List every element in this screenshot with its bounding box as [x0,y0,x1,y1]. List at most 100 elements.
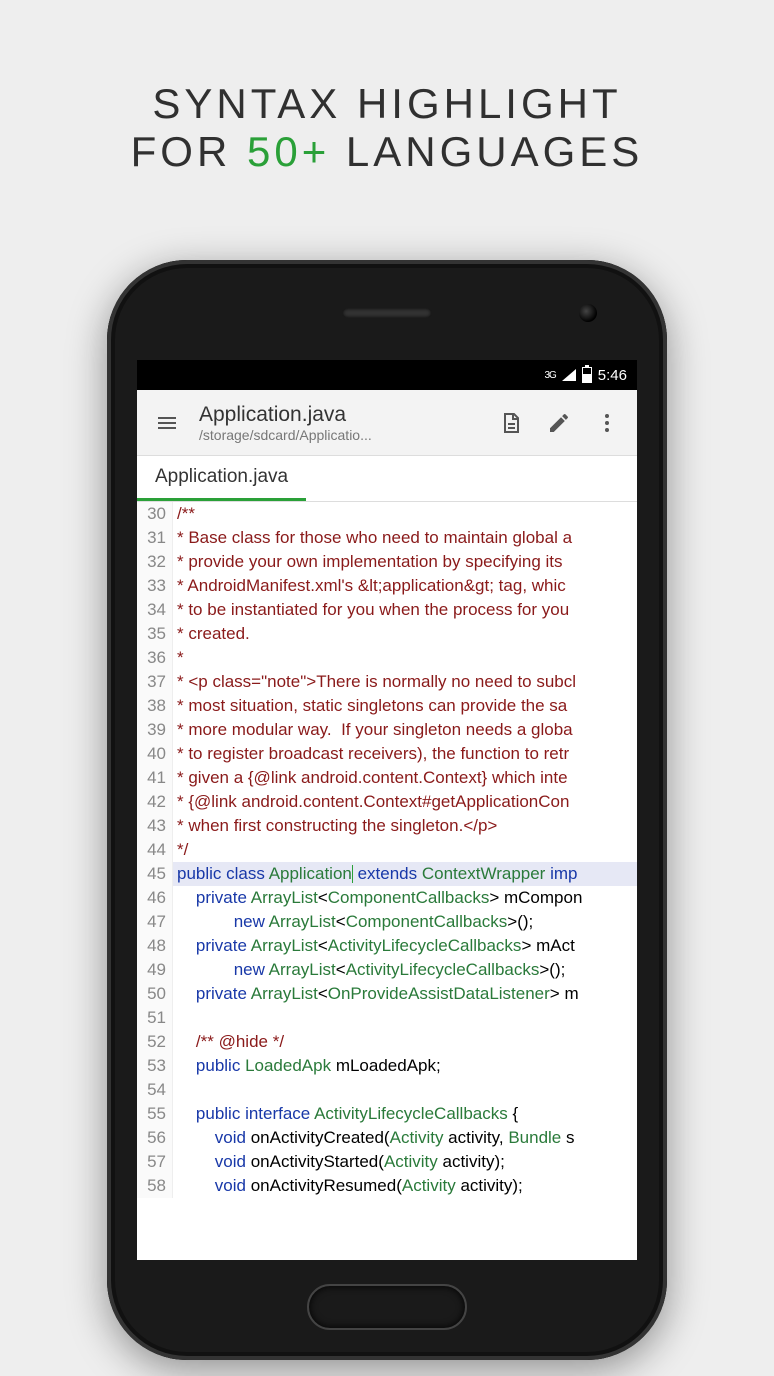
code-line[interactable]: 52 /** @hide */ [137,1030,637,1054]
code-content[interactable]: new ArrayList<ActivityLifecycleCallbacks… [173,958,637,982]
code-content[interactable]: * when first constructing the singleton.… [173,814,637,838]
code-line[interactable]: 54 [137,1078,637,1102]
code-line[interactable]: 49 new ArrayList<ActivityLifecycleCallba… [137,958,637,982]
gutter-line-number: 34 [137,598,173,622]
file-title: Application.java [199,403,485,427]
gutter-line-number: 32 [137,550,173,574]
code-line[interactable]: 44 */ [137,838,637,862]
overflow-button[interactable] [585,401,629,445]
tab-active[interactable]: Application.java [137,456,306,501]
code-content[interactable]: /** @hide */ [173,1030,637,1054]
gutter-line-number: 43 [137,814,173,838]
status-bar: 3G 5:46 [137,360,637,390]
code-line[interactable]: 34 * to be instantiated for you when the… [137,598,637,622]
gutter-line-number: 57 [137,1150,173,1174]
gutter-line-number: 44 [137,838,173,862]
code-line[interactable]: 55 public interface ActivityLifecycleCal… [137,1102,637,1126]
code-content[interactable]: private ArrayList<ActivityLifecycleCallb… [173,934,637,958]
hero-line2c: LANGUAGES [330,128,643,175]
code-line[interactable]: 36 * [137,646,637,670]
code-content[interactable]: * AndroidManifest.xml's &lt;application&… [173,574,637,598]
menu-button[interactable] [145,401,189,445]
code-content[interactable]: private ArrayList<OnProvideAssistDataLis… [173,982,637,1006]
code-line[interactable]: 51 [137,1006,637,1030]
code-content[interactable]: * Base class for those who need to maint… [173,526,637,550]
code-editor[interactable]: 30/**31 * Base class for those who need … [137,502,637,1198]
gutter-line-number: 39 [137,718,173,742]
phone-camera [579,304,597,322]
gutter-line-number: 58 [137,1174,173,1198]
code-line[interactable]: 31 * Base class for those who need to ma… [137,526,637,550]
gutter-line-number: 35 [137,622,173,646]
gutter-line-number: 37 [137,670,173,694]
code-line[interactable]: 40 * to register broadcast receivers), t… [137,742,637,766]
code-line[interactable]: 56 void onActivityCreated(Activity activ… [137,1126,637,1150]
home-button[interactable] [307,1284,467,1330]
code-line[interactable]: 38 * most situation, static singletons c… [137,694,637,718]
code-content[interactable]: * created. [173,622,637,646]
code-content[interactable]: public LoadedApk mLoadedApk; [173,1054,637,1078]
code-content[interactable]: * provide your own implementation by spe… [173,550,637,574]
code-content[interactable]: * to be instantiated for you when the pr… [173,598,637,622]
code-line[interactable]: 47 new ArrayList<ComponentCallbacks>(); [137,910,637,934]
hero-line2-accent: 50+ [247,128,330,175]
code-content[interactable]: void onActivityResumed(Activity activity… [173,1174,637,1198]
phone-frame: 3G 5:46 Application.java /storage/sdcard… [107,260,667,1360]
file-path: /storage/sdcard/Applicatio... [199,427,485,443]
code-content[interactable]: * more modular way. If your singleton ne… [173,718,637,742]
gutter-line-number: 33 [137,574,173,598]
code-content[interactable]: void onActivityStarted(Activity activity… [173,1150,637,1174]
tab-bar: Application.java [137,456,637,502]
code-content[interactable]: /** [173,502,637,526]
code-line[interactable]: 57 void onActivityStarted(Activity activ… [137,1150,637,1174]
code-line[interactable]: 42 * {@link android.content.Context#getA… [137,790,637,814]
gutter-line-number: 31 [137,526,173,550]
code-line[interactable]: 48 private ArrayList<ActivityLifecycleCa… [137,934,637,958]
code-content[interactable]: new ArrayList<ComponentCallbacks>(); [173,910,637,934]
code-content[interactable]: * <p class="note">There is normally no n… [173,670,637,694]
code-line[interactable]: 50 private ArrayList<OnProvideAssistData… [137,982,637,1006]
code-line[interactable]: 37 * <p class="note">There is normally n… [137,670,637,694]
signal-icon [562,369,576,381]
gutter-line-number: 51 [137,1006,173,1030]
gutter-line-number: 41 [137,766,173,790]
edit-button[interactable] [537,401,581,445]
code-content[interactable]: */ [173,838,637,862]
gutter-line-number: 36 [137,646,173,670]
gutter-line-number: 48 [137,934,173,958]
code-content[interactable]: public class Application extends Context… [173,862,637,886]
hero-text: SYNTAX HIGHLIGHT FOR 50+ LANGUAGES [0,0,774,176]
code-content[interactable]: public interface ActivityLifecycleCallba… [173,1102,637,1126]
code-line[interactable]: 45public class Application extends Conte… [137,862,637,886]
gutter-line-number: 30 [137,502,173,526]
code-content[interactable]: * [173,646,637,670]
code-line[interactable]: 32 * provide your own implementation by … [137,550,637,574]
gutter-line-number: 49 [137,958,173,982]
code-line[interactable]: 43 * when first constructing the singlet… [137,814,637,838]
code-line[interactable]: 58 void onActivityResumed(Activity activ… [137,1174,637,1198]
code-content[interactable]: void onActivityCreated(Activity activity… [173,1126,637,1150]
gutter-line-number: 45 [137,862,173,886]
code-line[interactable]: 39 * more modular way. If your singleton… [137,718,637,742]
gutter-line-number: 50 [137,982,173,1006]
code-content[interactable]: * given a {@link android.content.Context… [173,766,637,790]
gutter-line-number: 52 [137,1030,173,1054]
document-button[interactable] [489,401,533,445]
code-line[interactable]: 35 * created. [137,622,637,646]
code-line[interactable]: 46 private ArrayList<ComponentCallbacks>… [137,886,637,910]
code-content[interactable]: private ArrayList<ComponentCallbacks> mC… [173,886,637,910]
gutter-line-number: 40 [137,742,173,766]
screen: 3G 5:46 Application.java /storage/sdcard… [137,360,637,1260]
clock: 5:46 [598,367,627,384]
code-content[interactable] [173,1078,637,1102]
code-line[interactable]: 30/** [137,502,637,526]
code-line[interactable]: 33 * AndroidManifest.xml's &lt;applicati… [137,574,637,598]
code-content[interactable] [173,1006,637,1030]
code-content[interactable]: * {@link android.content.Context#getAppl… [173,790,637,814]
code-content[interactable]: * to register broadcast receivers), the … [173,742,637,766]
phone-speaker [342,308,432,318]
gutter-line-number: 55 [137,1102,173,1126]
code-line[interactable]: 41 * given a {@link android.content.Cont… [137,766,637,790]
code-content[interactable]: * most situation, static singletons can … [173,694,637,718]
code-line[interactable]: 53 public LoadedApk mLoadedApk; [137,1054,637,1078]
